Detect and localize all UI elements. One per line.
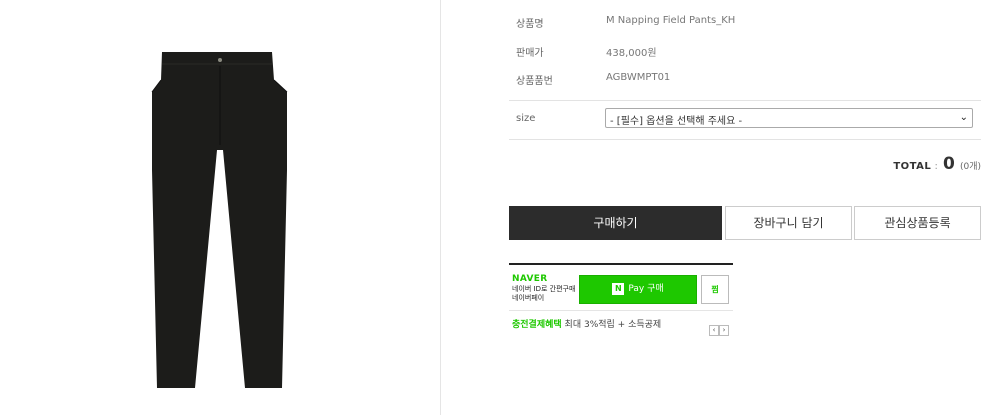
naver-pay-desc-line: 네이버페이 — [512, 294, 545, 302]
price-label: 판매가 — [516, 48, 544, 59]
naver-zzim-button[interactable]: 찜 — [701, 275, 729, 304]
size-select-value: - [필수] 옵션을 선택해 주세요 - — [610, 116, 743, 127]
naver-pay-label: Pay 구매 — [628, 284, 664, 294]
buy-button[interactable]: 구매하기 — [509, 206, 722, 240]
naver-pay-buy-button[interactable]: N Pay 구매 — [579, 275, 697, 304]
benefit-detail: 최대 3%적립 + 소득공제 — [561, 320, 662, 330]
benefit-text: 충전결제혜택 최대 3%적립 + 소득공제 — [512, 317, 661, 330]
naver-n-icon: N — [612, 282, 625, 295]
chevron-left-icon[interactable]: ‹ — [709, 325, 719, 336]
add-to-cart-button[interactable]: 장바구니 담기 — [725, 206, 852, 240]
total-count: (0개) — [959, 162, 981, 172]
price-value: 438,000원 — [606, 48, 657, 59]
benefit-pager: ‹ › — [709, 317, 729, 336]
naver-pay-description: 네이버 ID로 간편구매 네이버페이 — [512, 285, 580, 303]
add-to-wishlist-button[interactable]: 관심상품등록 — [854, 206, 981, 240]
product-code-label: 상품품번 — [516, 76, 553, 87]
total-label: TOTAL — [893, 161, 932, 172]
naver-pay-widget: NAVER 네이버 ID로 간편구매 네이버페이 N Pay 구매 찜 충전결제혜… — [509, 263, 733, 336]
size-label: size — [516, 113, 536, 124]
naver-pay-desc-line: 네이버 ID로 간편구매 — [512, 285, 576, 293]
total-separator: : — [931, 161, 942, 172]
size-select[interactable]: - [필수] 옵션을 선택해 주세요 - ⌄ — [605, 108, 973, 128]
benefit-highlight: 충전결제혜택 — [512, 320, 562, 330]
product-code-value: AGBWMPT01 — [606, 72, 671, 83]
total-summary: TOTAL : 0 (0개) — [893, 154, 981, 174]
product-name-value: M Napping Field Pants_KH — [606, 15, 736, 26]
chevron-right-icon[interactable]: › — [719, 325, 729, 336]
product-name-label: 상품명 — [516, 19, 544, 30]
divider — [509, 139, 981, 140]
naver-logo: NAVER — [512, 274, 548, 284]
chevron-down-icon: ⌄ — [959, 112, 968, 123]
divider — [509, 100, 981, 101]
naver-pay-benefit: 충전결제혜택 최대 3%적립 + 소득공제 ‹ › — [509, 310, 733, 336]
total-amount: 0 — [943, 154, 955, 174]
product-image-panel — [0, 0, 441, 415]
product-image — [151, 52, 288, 388]
